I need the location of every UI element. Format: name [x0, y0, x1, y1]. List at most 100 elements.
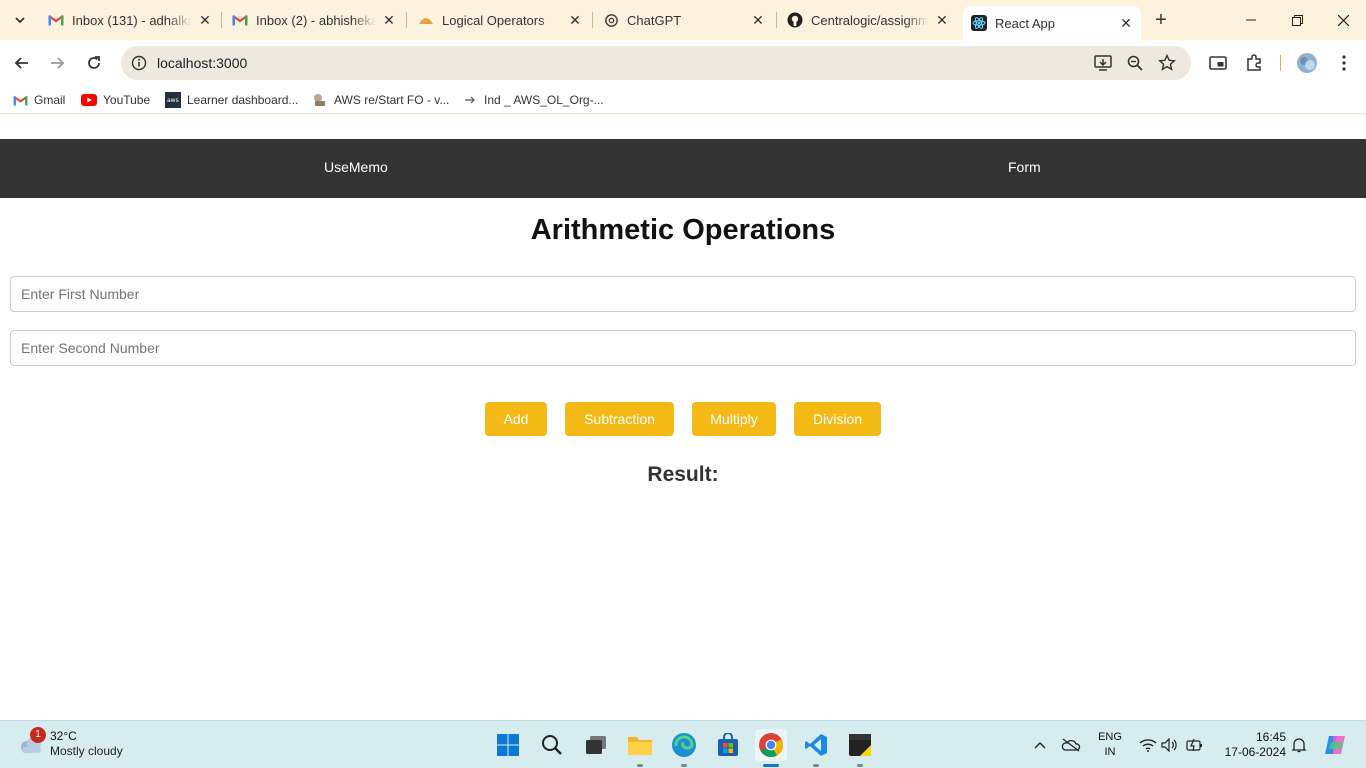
- tab-search-button[interactable]: [8, 8, 32, 32]
- region-code: IN: [1104, 746, 1116, 758]
- task-view-button[interactable]: [580, 729, 612, 761]
- bookmark-star-icon[interactable]: [1157, 53, 1177, 73]
- tab-title: Inbox (131) - adhalkar: [72, 12, 192, 28]
- app-running-indicator: [637, 764, 643, 767]
- tab-gmail-inbox-1[interactable]: Inbox (131) - adhalkar ✕: [40, 6, 220, 34]
- tab-title: React App: [995, 15, 1055, 31]
- close-window-button[interactable]: [1320, 0, 1366, 40]
- close-icon[interactable]: ✕: [933, 11, 951, 29]
- youtube-icon: [81, 92, 97, 108]
- close-icon[interactable]: ✕: [196, 11, 214, 29]
- onedrive-offline-icon[interactable]: [1061, 735, 1081, 755]
- language-code: ENG: [1098, 731, 1122, 743]
- tab-title: Logical Operators: [442, 12, 545, 28]
- tab-divider: [776, 12, 777, 28]
- close-icon[interactable]: ✕: [1117, 14, 1135, 32]
- start-button[interactable]: [492, 729, 524, 761]
- vscode-button[interactable]: [800, 729, 832, 767]
- toolbar-divider: [1280, 55, 1281, 71]
- volume-icon[interactable]: [1160, 735, 1180, 755]
- menu-kebab-icon[interactable]: [1333, 52, 1355, 74]
- add-button[interactable]: Add: [485, 402, 547, 436]
- microsoft-store-button[interactable]: [712, 729, 744, 761]
- clock-time: 16:45: [1255, 730, 1286, 744]
- tab-react-app[interactable]: React App ✕: [963, 6, 1141, 40]
- aws-restart-icon: [312, 92, 328, 108]
- bookmark-youtube[interactable]: YouTube: [81, 91, 150, 109]
- restore-button[interactable]: [1274, 0, 1320, 40]
- folder-icon: [628, 737, 652, 755]
- system-clock[interactable]: 16:45 17-06-2024: [1216, 730, 1286, 760]
- tab-title: ChatGPT: [627, 12, 682, 28]
- new-tab-button[interactable]: +: [1150, 9, 1172, 31]
- chrome-icon: [759, 733, 783, 758]
- edge-button[interactable]: [668, 729, 700, 767]
- minimize-button[interactable]: [1228, 0, 1274, 40]
- app-running-indicator: [681, 764, 687, 767]
- task-view-icon: [586, 736, 606, 754]
- nav-link-form[interactable]: Form: [1008, 159, 1041, 175]
- app-running-indicator: [763, 764, 779, 767]
- taskbar-search-button[interactable]: [536, 729, 568, 761]
- bookmark-ind-aws[interactable]: Ind _ AWS_OL_Org-...: [462, 91, 604, 109]
- chrome-button[interactable]: [755, 729, 787, 767]
- reload-icon: [88, 56, 100, 69]
- input-language-indicator[interactable]: ENG IN: [1096, 730, 1124, 760]
- aws-icon: aws: [165, 92, 181, 108]
- tab-github[interactable]: Centralogic/assignments ✕: [779, 6, 957, 34]
- battery-charging-icon[interactable]: [1185, 735, 1205, 755]
- app-running-indicator: [813, 764, 819, 767]
- install-app-icon[interactable]: [1093, 53, 1113, 73]
- site-info-icon[interactable]: [129, 53, 149, 73]
- file-explorer-button[interactable]: [624, 729, 656, 767]
- gmail-icon: [48, 12, 64, 28]
- github-icon: [787, 12, 803, 28]
- arrow-icon: [462, 92, 478, 108]
- tab-gmail-inbox-2[interactable]: Inbox (2) - abhishekadhalkar ✕: [224, 6, 404, 34]
- page-title: Arithmetic Operations: [530, 214, 836, 246]
- gmail-icon: [12, 92, 28, 108]
- app-running-indicator: [857, 764, 863, 767]
- subtraction-button[interactable]: Subtraction: [565, 402, 674, 436]
- reload-button[interactable]: [79, 48, 109, 78]
- notification-bell-icon[interactable]: [1289, 735, 1309, 755]
- show-hidden-icons-icon[interactable]: [1030, 735, 1050, 755]
- wifi-icon[interactable]: [1138, 735, 1158, 755]
- close-icon[interactable]: ✕: [380, 11, 398, 29]
- close-icon[interactable]: ✕: [749, 11, 767, 29]
- url-text: localhost:3000: [157, 55, 248, 71]
- nav-link-usememo[interactable]: UseMemo: [324, 159, 388, 175]
- tab-title: Inbox (2) - abhishekadhalkar: [256, 12, 376, 28]
- second-number-input[interactable]: [10, 330, 1356, 366]
- tab-title: Centralogic/assignments: [811, 12, 929, 28]
- close-icon: [1337, 14, 1349, 26]
- tab-chatgpt[interactable]: ChatGPT ✕: [595, 6, 773, 34]
- sticky-notes-button[interactable]: [844, 729, 876, 767]
- result-label: Result:: [647, 463, 719, 486]
- chatgpt-icon: [603, 12, 619, 28]
- tab-divider: [406, 12, 407, 28]
- bookmark-gmail[interactable]: Gmail: [12, 91, 65, 109]
- extensions-icon[interactable]: [1243, 52, 1265, 74]
- multiply-button[interactable]: Multiply: [692, 402, 776, 436]
- bookmark-learner-dashboard[interactable]: aws Learner dashboard...: [165, 91, 298, 109]
- bookmark-label: Learner dashboard...: [187, 93, 299, 107]
- back-button[interactable]: [7, 48, 37, 78]
- profile-avatar-icon[interactable]: [1296, 52, 1318, 74]
- first-number-input[interactable]: [10, 276, 1356, 312]
- bookmark-label: AWS re/Start FO - v...: [334, 93, 450, 107]
- bookmark-aws-restart[interactable]: AWS re/Start FO - v...: [312, 91, 449, 109]
- picture-in-picture-icon[interactable]: [1207, 52, 1229, 74]
- close-icon[interactable]: ✕: [566, 11, 584, 29]
- zoom-icon[interactable]: [1125, 53, 1145, 73]
- react-icon: [971, 15, 987, 31]
- forward-button[interactable]: [42, 48, 72, 78]
- edge-icon: [672, 733, 696, 757]
- copilot-icon[interactable]: [1322, 732, 1348, 758]
- arrow-right-icon: [51, 57, 65, 69]
- browser-toolbar: localhost:3000: [0, 40, 1366, 86]
- weather-widget[interactable]: 1 32°C Mostly cloudy: [16, 727, 156, 763]
- tab-logical-operators[interactable]: Logical Operators ✕: [410, 6, 590, 34]
- division-button[interactable]: Division: [794, 402, 881, 436]
- address-bar[interactable]: localhost:3000: [121, 46, 1191, 80]
